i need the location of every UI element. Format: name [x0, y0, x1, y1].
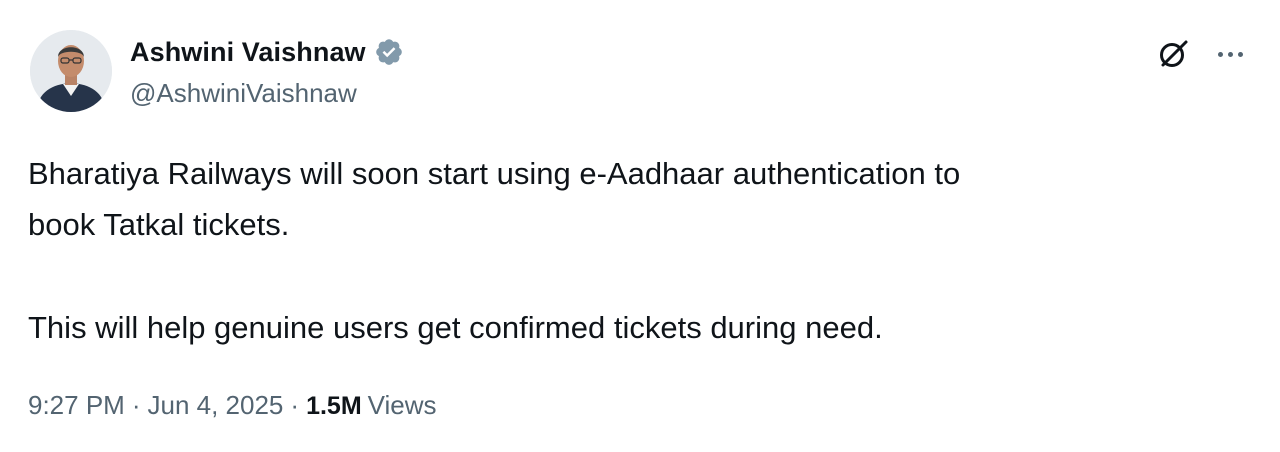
tweet-date[interactable]: Jun 4, 2025	[148, 390, 284, 421]
tweet-meta: 9:27 PM · Jun 4, 2025 · 1.5M Views	[28, 390, 437, 421]
tweet-text-line: book Tatkal tickets.	[28, 207, 290, 242]
tweet-time[interactable]: 9:27 PM	[28, 390, 125, 421]
verified-badge-icon[interactable]	[374, 37, 404, 67]
tweet-text-line: This will help genuine users get confirm…	[28, 310, 883, 345]
avatar-image	[30, 30, 112, 112]
more-dot-icon	[1237, 51, 1243, 57]
avatar[interactable]	[30, 30, 112, 112]
tweet-text-line: Bharatiya Railways will soon start using…	[28, 156, 961, 191]
author-display-name[interactable]: Ashwini Vaishnaw	[130, 37, 366, 68]
more-dot-icon	[1217, 51, 1223, 57]
more-dot-icon	[1227, 51, 1233, 57]
meta-separator: ·	[131, 390, 141, 420]
meta-separator: ·	[290, 390, 300, 420]
author-name-row[interactable]: Ashwini Vaishnaw	[130, 34, 404, 70]
views-label: Views	[367, 390, 437, 420]
views-count[interactable]: 1.5M	[306, 392, 362, 421]
tweet-card: Ashwini Vaishnaw @AshwiniVaishnaw Bharat…	[0, 0, 1280, 452]
grok-icon[interactable]	[1155, 36, 1191, 72]
author-handle[interactable]: @AshwiniVaishnaw	[130, 78, 357, 109]
more-horizontal-icon[interactable]	[1212, 36, 1248, 72]
